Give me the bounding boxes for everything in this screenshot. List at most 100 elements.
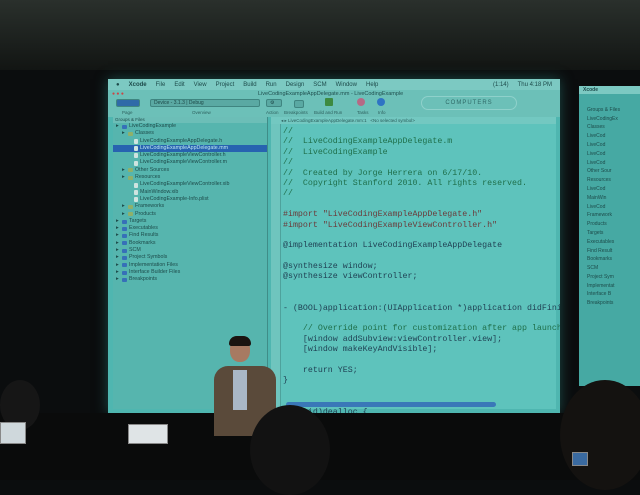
disclosure-triangle-icon[interactable]: ▸ bbox=[116, 240, 120, 247]
code-text[interactable]: //// LiveCodingExampleAppDelegate.m// Li… bbox=[283, 127, 560, 413]
sidebar-item[interactable]: ▸ Interface Builder Files bbox=[113, 269, 267, 276]
breakpoints-icon[interactable] bbox=[294, 100, 304, 108]
menu-clock[interactable]: Thu 4:18 PM bbox=[518, 82, 560, 88]
folder-icon bbox=[128, 175, 133, 180]
code-line[interactable]: // bbox=[283, 127, 560, 137]
menu-scm[interactable]: SCM bbox=[313, 82, 326, 88]
menu-file[interactable]: File bbox=[156, 82, 166, 88]
sidebar-item[interactable]: ▸ Executables bbox=[113, 225, 267, 232]
sidebar-item[interactable]: LiveCodingExampleAppDelegate.mm bbox=[113, 144, 267, 153]
code-line[interactable]: // bbox=[283, 158, 560, 168]
disclosure-triangle-icon[interactable]: ▸ bbox=[116, 269, 120, 276]
file-popup[interactable]: LiveCodingExampleAppDelegate.mm:1 bbox=[288, 118, 367, 123]
disclosure-triangle-icon[interactable]: ▸ bbox=[116, 225, 120, 232]
disclosure-triangle-icon[interactable]: ▸ bbox=[116, 276, 120, 283]
code-line[interactable]: #import "LiveCodingExampleViewController… bbox=[283, 221, 560, 231]
sidebar-item[interactable]: LiveCodingExampleAppDelegate.h bbox=[113, 138, 267, 145]
code-line[interactable]: // LiveCodingExample bbox=[283, 148, 560, 158]
disclosure-triangle-icon[interactable]: ▸ bbox=[122, 203, 126, 210]
code-line[interactable]: [window addSubview:viewController.view]; bbox=[283, 335, 560, 345]
menu-view[interactable]: View bbox=[194, 82, 207, 88]
second-projection-screen: Xcode Groups & Files LiveCodingEx Classes L… bbox=[579, 86, 640, 386]
presenter-shirt bbox=[233, 370, 247, 410]
sidebar-item[interactable]: ▸ Breakpoints bbox=[113, 276, 267, 283]
code-line[interactable] bbox=[283, 293, 560, 303]
code-line[interactable]: return YES; bbox=[283, 366, 560, 376]
sidebar-item[interactable]: ▸ Bookmarks bbox=[113, 240, 267, 247]
disclosure-triangle-icon[interactable]: ▸ bbox=[116, 247, 120, 254]
code-line[interactable]: - (BOOL)application:(UIApplication *)app… bbox=[283, 304, 560, 314]
sidebar-item[interactable]: MainWindow.xib bbox=[113, 189, 267, 196]
sidebar-item[interactable]: ▸ Resources bbox=[113, 174, 267, 181]
code-line[interactable]: @synthesize window; bbox=[283, 262, 560, 272]
horizontal-scrollbar[interactable] bbox=[286, 402, 496, 407]
sidebar-item[interactable]: ▸ Find Results bbox=[113, 232, 267, 239]
action-button[interactable]: ⚙ bbox=[266, 99, 282, 107]
code-line[interactable] bbox=[283, 387, 560, 397]
page-toggle[interactable] bbox=[116, 99, 140, 107]
menu-build[interactable]: Build bbox=[243, 82, 256, 88]
code-line[interactable]: [window makeKeyAndVisible]; bbox=[283, 345, 560, 355]
disclosure-triangle-icon[interactable]: ▸ bbox=[116, 218, 120, 225]
disclosure-triangle-icon[interactable]: ▸ bbox=[122, 167, 126, 174]
disclosure-triangle-icon[interactable]: ▸ bbox=[116, 262, 120, 269]
folder-icon bbox=[128, 131, 133, 136]
window-controls-icon[interactable]: ● ● ● bbox=[112, 91, 124, 97]
sidebar-item[interactable]: ▸ Products bbox=[113, 211, 267, 218]
disclosure-triangle-icon[interactable]: ▸ bbox=[122, 130, 126, 137]
code-line[interactable] bbox=[283, 231, 560, 241]
sidebar-item[interactable]: ▸ Frameworks bbox=[113, 203, 267, 210]
menu-edit[interactable]: Edit bbox=[174, 82, 184, 88]
sidebar-item[interactable]: LiveCodingExampleViewController.xib bbox=[113, 181, 267, 188]
sidebar-item[interactable]: ▸ Project Symbols bbox=[113, 254, 267, 261]
disclosure-triangle-icon[interactable]: ▸ bbox=[116, 254, 120, 261]
code-line[interactable]: // bbox=[283, 189, 560, 199]
menu-window[interactable]: Window bbox=[336, 82, 357, 88]
menu-run[interactable]: Run bbox=[266, 82, 277, 88]
target-icon bbox=[122, 219, 127, 224]
disclosure-triangle-icon[interactable]: ▸ bbox=[116, 123, 120, 130]
code-line[interactable] bbox=[283, 283, 560, 293]
disclosure-triangle-icon[interactable]: ▸ bbox=[122, 211, 126, 218]
search-icon bbox=[122, 234, 127, 239]
sidebar-item[interactable]: ▸ SCM bbox=[113, 247, 267, 254]
code-line[interactable] bbox=[283, 252, 560, 262]
menu-project[interactable]: Project bbox=[216, 82, 235, 88]
code-line[interactable] bbox=[283, 314, 560, 324]
menu-battery[interactable]: (1:14) bbox=[493, 82, 509, 88]
code-line[interactable]: @implementation LiveCodingExampleAppDele… bbox=[283, 241, 560, 251]
code-line[interactable]: #import "LiveCodingExampleAppDelegate.h" bbox=[283, 210, 560, 220]
breakpoint-icon bbox=[122, 277, 127, 282]
sidebar-item[interactable]: LiveCodingExample-Info.plist bbox=[113, 196, 267, 203]
menu-design[interactable]: Design bbox=[286, 82, 305, 88]
sidebar-item[interactable]: ▸ Targets bbox=[113, 218, 267, 225]
overview-select[interactable]: Device - 3.1.3 | Debug bbox=[150, 99, 260, 107]
code-line[interactable] bbox=[283, 200, 560, 210]
disclosure-triangle-icon[interactable]: ▸ bbox=[116, 232, 120, 239]
sidebar-item[interactable]: LiveCodingExampleViewController.h bbox=[113, 152, 267, 159]
sidebar-item[interactable]: ▸ Other Sources bbox=[113, 167, 267, 174]
apple-menu-icon[interactable]: ● bbox=[116, 82, 120, 88]
sidebar-item[interactable]: ▸ Classes bbox=[113, 130, 267, 137]
info-icon[interactable] bbox=[377, 98, 385, 106]
menu-app[interactable]: Xcode bbox=[129, 82, 147, 88]
code-line[interactable]: // Override point for customization afte… bbox=[283, 324, 560, 334]
tasks-icon[interactable] bbox=[357, 98, 365, 106]
code-line[interactable]: @synthesize viewController; bbox=[283, 272, 560, 282]
sidebar-item-label: SCM bbox=[129, 247, 141, 254]
code-line[interactable]: // Created by Jorge Herrera on 6/17/10. bbox=[283, 169, 560, 179]
sidebar-item[interactable]: LiveCodingExampleViewController.m bbox=[113, 159, 267, 166]
sidebar-item[interactable]: ▸ Implementation Files bbox=[113, 262, 267, 269]
code-line[interactable] bbox=[283, 356, 560, 366]
sidebar-item-label: Frameworks bbox=[135, 203, 165, 210]
code-line[interactable]: } bbox=[283, 376, 560, 386]
code-line[interactable]: // Copyright Stanford 2010. All rights r… bbox=[283, 179, 560, 189]
build-run-icon[interactable] bbox=[325, 98, 333, 106]
menu-help[interactable]: Help bbox=[366, 82, 378, 88]
code-editor[interactable]: ◂ ▸ LiveCodingExampleAppDelegate.mm:1 <N… bbox=[271, 117, 560, 413]
second-screen-item: Groups & Files bbox=[587, 106, 621, 113]
disclosure-triangle-icon[interactable]: ▸ bbox=[122, 174, 126, 181]
code-line[interactable]: // LiveCodingExampleAppDelegate.m bbox=[283, 137, 560, 147]
symbol-popup[interactable]: <No selected symbol> bbox=[370, 118, 415, 123]
sidebar-item[interactable]: ▸ LiveCodingExample bbox=[113, 123, 267, 130]
